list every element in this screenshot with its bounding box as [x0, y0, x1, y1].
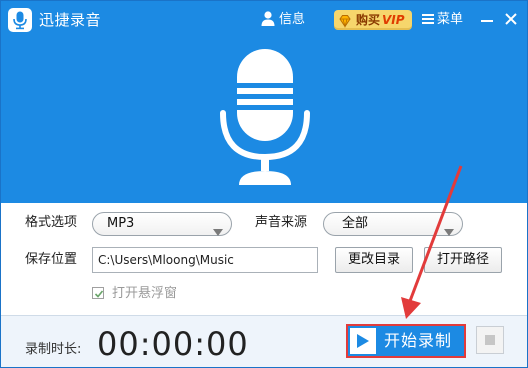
vip-badge: VIP	[382, 13, 405, 27]
buy-label: 购买	[356, 13, 381, 27]
title-bar: 迅捷录音 信息 购买 VIP 菜单	[1, 1, 527, 39]
stop-icon	[485, 335, 495, 345]
open-path-button[interactable]: 打开路径	[424, 247, 502, 273]
source-value: 全部	[342, 216, 369, 231]
record-timer: 00:00:00	[97, 325, 249, 363]
float-window-checkbox[interactable]	[92, 287, 104, 299]
user-icon	[261, 10, 275, 28]
format-value: MP3	[107, 216, 135, 231]
save-location-label: 保存位置	[25, 252, 78, 267]
record-duration-label: 录制时长:	[25, 342, 82, 357]
format-select[interactable]: MP3	[92, 212, 232, 236]
stop-button[interactable]	[476, 326, 504, 354]
source-label: 声音来源	[255, 215, 308, 230]
info-label: 信息	[279, 12, 306, 27]
app-title: 迅捷录音	[39, 11, 102, 29]
minimize-icon[interactable]	[479, 11, 495, 27]
header-panel: 迅捷录音 信息 购买 VIP 菜单	[1, 1, 527, 203]
buy-vip-button[interactable]: 购买 VIP	[334, 10, 412, 30]
bottom-bar: 录制时长: 00:00:00 开始录制	[1, 315, 527, 367]
change-directory-button[interactable]: 更改目录	[335, 247, 413, 273]
diamond-icon	[338, 13, 352, 29]
info-button[interactable]: 信息	[261, 10, 305, 30]
source-select[interactable]: 全部	[323, 212, 463, 236]
app-window: 迅捷录音 信息 购买 VIP 菜单 格式选项 MP3 声音来源 全部 保存位置 …	[0, 0, 528, 368]
chevron-down-icon	[444, 221, 454, 236]
menu-label: 菜单	[437, 12, 464, 27]
close-icon[interactable]	[503, 11, 519, 27]
format-label: 格式选项	[25, 215, 78, 230]
menu-button[interactable]: 菜单	[421, 10, 463, 30]
menu-icon	[421, 12, 435, 26]
float-window-label: 打开悬浮窗	[112, 286, 178, 301]
save-path-field[interactable]: C:\Users\Mloong\Music	[92, 247, 318, 273]
app-logo-icon	[8, 8, 32, 32]
start-recording-label: 开始录制	[384, 331, 453, 350]
start-recording-button[interactable]: 开始录制	[346, 324, 466, 358]
chevron-down-icon	[213, 221, 223, 236]
microphone-icon	[209, 45, 321, 187]
play-icon	[350, 328, 376, 354]
